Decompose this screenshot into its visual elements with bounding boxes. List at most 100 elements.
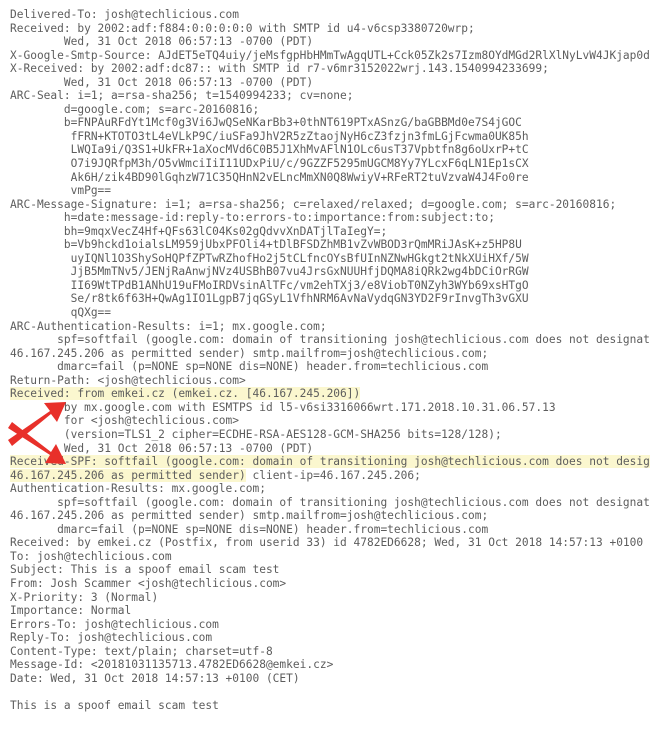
- header-line: Received: from emkei.cz (emkei.cz. [46.1…: [10, 387, 650, 401]
- header-line: Received: by 2002:adf:f884:0:0:0:0:0 wit…: [10, 22, 650, 36]
- header-line-text: This is a spoof email scam test: [10, 698, 219, 712]
- header-line: Message-Id: <20181031135713.4782ED6628@e…: [10, 658, 650, 672]
- header-line-text: X-Received: by 2002:adf:dc87:: with SMTP…: [10, 62, 549, 76]
- header-line: To: josh@techlicious.com: [10, 550, 650, 564]
- header-line: b=Vb9hckd1oialsLM959jUbxPFOli4+tDlBFSDZh…: [10, 238, 650, 252]
- header-line: Importance: Normal: [10, 604, 650, 618]
- header-line: uyIQNl1O3ShySoHQPfZPTwRZhofHo2j5tCLfncOY…: [10, 252, 650, 266]
- header-line-text: X-Priority: 3 (Normal): [10, 590, 159, 604]
- header-line-text: ARC-Seal: i=1; a=rsa-sha256; t=154099423…: [10, 89, 354, 103]
- header-line: spf=softfail (google.com: domain of tran…: [10, 333, 650, 347]
- header-line-text: h=date:message-id:reply-to:errors-to:imp…: [10, 211, 495, 225]
- header-line-text: LWQIa9i/Q3S1+UkFR+1aXocMVd6C0B5J1XhMvAFl…: [10, 143, 529, 157]
- header-line: LWQIa9i/Q3S1+UkFR+1aXocMVd6C0B5J1XhMvAFl…: [10, 143, 650, 157]
- header-line: d=google.com; s=arc-20160816;: [10, 103, 650, 117]
- header-line-text: b=Vb9hckd1oialsLM959jUbxPFOli4+tDlBFSDZh…: [10, 238, 522, 252]
- header-line: dmarc=fail (p=NONE sp=NONE dis=NONE) hea…: [10, 523, 650, 537]
- header-line: (version=TLS1_2 cipher=ECDHE-RSA-AES128-…: [10, 428, 650, 442]
- header-line: ARC-Seal: i=1; a=rsa-sha256; t=154099423…: [10, 89, 650, 103]
- email-headers-viewer: Delivered-To: josh@techlicious.com Receiv…: [0, 0, 650, 737]
- header-line: O7i9JQRfpM3h/O5vWmciIiI11UDxPiU/c/9GZZF5…: [10, 157, 650, 171]
- header-line-tail: client-ip=46.167.245.206;: [245, 468, 421, 482]
- header-line-text: Ak6H/zik4BD90lGqhzW71C35QHnN2vELncMmXN0Q…: [10, 170, 529, 184]
- header-line: Received-SPF: softfail (google.com: doma…: [10, 455, 650, 469]
- header-line-text: qQXg==: [10, 306, 112, 320]
- header-line: X-Priority: 3 (Normal): [10, 591, 650, 605]
- header-line-text: Date: Wed, 31 Oct 2018 14:57:13 +0100 (C…: [10, 671, 300, 685]
- header-line: From: Josh Scammer <josh@techlicious.com…: [10, 577, 650, 591]
- header-line-text: Importance: Normal: [10, 604, 132, 618]
- header-line-text: for <josh@techlicious.com>: [10, 414, 240, 428]
- header-line: Return-Path: <josh@techlicious.com>: [10, 374, 650, 388]
- header-line: ARC-Authentication-Results: i=1; mx.goog…: [10, 320, 650, 334]
- header-line-text: Message-Id: <20181031135713.4782ED6628@e…: [10, 658, 334, 672]
- header-line: qQXg==: [10, 306, 650, 320]
- header-line: Se/r8tk6f63H+QwAg1IO1LgpB7jqGSyL1VfhNRM6…: [10, 292, 650, 306]
- highlighted-text: Received-SPF: softfail (google.com: doma…: [10, 455, 650, 469]
- header-line: Wed, 31 Oct 2018 06:57:13 -0700 (PDT): [10, 35, 650, 49]
- header-line-text: by mx.google.com with ESMTPS id l5-v6si3…: [10, 400, 556, 414]
- header-line: Authentication-Results: mx.google.com;: [10, 482, 650, 496]
- header-line-text: vmPg==: [10, 184, 112, 198]
- header-line-text: Received: by 2002:adf:f884:0:0:0:0:0 wit…: [10, 21, 475, 35]
- header-line: dmarc=fail (p=NONE sp=NONE dis=NONE) hea…: [10, 360, 650, 374]
- header-line: Subject: This is a spoof email scam test: [10, 563, 650, 577]
- header-line-text: d=google.com; s=arc-20160816;: [10, 102, 260, 116]
- header-line-text: Authentication-Results: mx.google.com;: [10, 482, 266, 496]
- header-line-text: b=FNPAuRFdYt1Mcf0g3Vi6JwQSeNKarBb3+0thNT…: [10, 116, 522, 130]
- header-line: Wed, 31 Oct 2018 06:57:13 -0700 (PDT): [10, 442, 650, 456]
- header-line-text: spf=softfail (google.com: domain of tran…: [10, 495, 650, 509]
- highlighted-text: Received: from emkei.cz (emkei.cz. [46.1…: [10, 387, 361, 401]
- header-line: Errors-To: josh@techlicious.com: [10, 618, 650, 632]
- header-line: vmPg==: [10, 184, 650, 198]
- header-line: II69WtTPdB1ANhU19uFMoIRDVsinAlTFc/vm2ehT…: [10, 279, 650, 293]
- header-line: 46.167.245.206 as permitted sender) smtp…: [10, 509, 650, 523]
- header-line: for <josh@techlicious.com>: [10, 414, 650, 428]
- header-line: 46.167.245.206 as permitted sender) smtp…: [10, 347, 650, 361]
- header-line-text: Subject: This is a spoof email scam test: [10, 563, 280, 577]
- header-line: 46.167.245.206 as permitted sender) clie…: [10, 468, 650, 483]
- header-line: by mx.google.com with ESMTPS id l5-v6si3…: [10, 401, 650, 415]
- header-line-text: Wed, 31 Oct 2018 06:57:13 -0700 (PDT): [10, 441, 314, 455]
- header-line: Received: by emkei.cz (Postfix, from use…: [10, 536, 650, 550]
- header-line-text: 46.167.245.206 as permitted sender) smtp…: [10, 509, 489, 523]
- header-line-text: Delivered-To: josh@techlicious.com: [10, 8, 240, 21]
- header-line-text: Errors-To: josh@techlicious.com: [10, 617, 219, 631]
- header-line: Ak6H/zik4BD90lGqhzW71C35QHnN2vELncMmXN0Q…: [10, 171, 650, 185]
- header-line-text: Wed, 31 Oct 2018 06:57:13 -0700 (PDT): [10, 35, 314, 49]
- header-line: This is a spoof email scam test: [10, 699, 650, 713]
- header-line: Content-Type: text/plain; charset=utf-8: [10, 645, 650, 659]
- header-line-text: ARC-Message-Signature: i=1; a=rsa-sha256…: [10, 197, 617, 211]
- header-line-text: Return-Path: <josh@techlicious.com>: [10, 373, 246, 387]
- header-line-text: spf=softfail (google.com: domain of tran…: [10, 333, 650, 347]
- highlighted-text: 46.167.245.206 as permitted sender): [10, 468, 246, 482]
- header-line-text: fFRN+KTOTO3tL4eVLkP9C/iuSFa9JhV2R5zZtaoj…: [10, 129, 529, 143]
- header-line: b=FNPAuRFdYt1Mcf0g3Vi6JwQSeNKarBb3+0thNT…: [10, 116, 650, 130]
- header-line-text: 46.167.245.206 as permitted sender) smtp…: [10, 346, 489, 360]
- header-line: Date: Wed, 31 Oct 2018 14:57:13 +0100 (C…: [10, 672, 650, 686]
- header-line-text: II69WtTPdB1ANhU19uFMoIRDVsinAlTFc/vm2ehT…: [10, 278, 529, 292]
- header-line-text: O7i9JQRfpM3h/O5vWmciIiI11UDxPiU/c/9GZZF5…: [10, 157, 529, 171]
- header-line-text: ARC-Authentication-Results: i=1; mx.goog…: [10, 319, 327, 333]
- header-line-text: Se/r8tk6f63H+QwAg1IO1LgpB7jqGSyL1VfhNRM6…: [10, 292, 529, 306]
- header-line-text: dmarc=fail (p=NONE sp=NONE dis=NONE) hea…: [10, 360, 489, 374]
- header-line: ARC-Message-Signature: i=1; a=rsa-sha256…: [10, 198, 650, 212]
- header-line: [10, 685, 650, 699]
- header-line-text: Content-Type: text/plain; charset=utf-8: [10, 644, 273, 658]
- header-line: JjB5MmTNv5/JENjRaAnwjNVz4USBhB07vu4JrsGx…: [10, 265, 650, 279]
- header-line: X-Google-Smtp-Source: AJdET5eTQ4uiy/jeMs…: [10, 49, 650, 63]
- raw-header-text[interactable]: Delivered-To: josh@techlicious.com Receiv…: [0, 0, 650, 712]
- header-line-text: Reply-To: josh@techlicious.com: [10, 631, 213, 645]
- header-line: h=date:message-id:reply-to:errors-to:imp…: [10, 211, 650, 225]
- header-line-text: Wed, 31 Oct 2018 06:57:13 -0700 (PDT): [10, 75, 314, 89]
- header-line: spf=softfail (google.com: domain of tran…: [10, 496, 650, 510]
- header-line: Reply-To: josh@techlicious.com: [10, 631, 650, 645]
- header-line: Wed, 31 Oct 2018 06:57:13 -0700 (PDT): [10, 76, 650, 90]
- header-line-text: dmarc=fail (p=NONE sp=NONE dis=NONE) hea…: [10, 522, 489, 536]
- header-line-text: From: Josh Scammer <josh@techlicious.com…: [10, 576, 287, 590]
- header-line: X-Received: by 2002:adf:dc87:: with SMTP…: [10, 62, 650, 76]
- header-line-text: uyIQNl1O3ShySoHQPfZPTwRZhofHo2j5tCLfncOY…: [10, 251, 529, 265]
- header-line: bh=9mqxVecZ4Hf+QFs63lC04Ks02gQdvvXnDATjl…: [10, 225, 650, 239]
- header-line: Delivered-To: josh@techlicious.com: [10, 8, 650, 22]
- header-line-text: (version=TLS1_2 cipher=ECDHE-RSA-AES128-…: [10, 427, 502, 441]
